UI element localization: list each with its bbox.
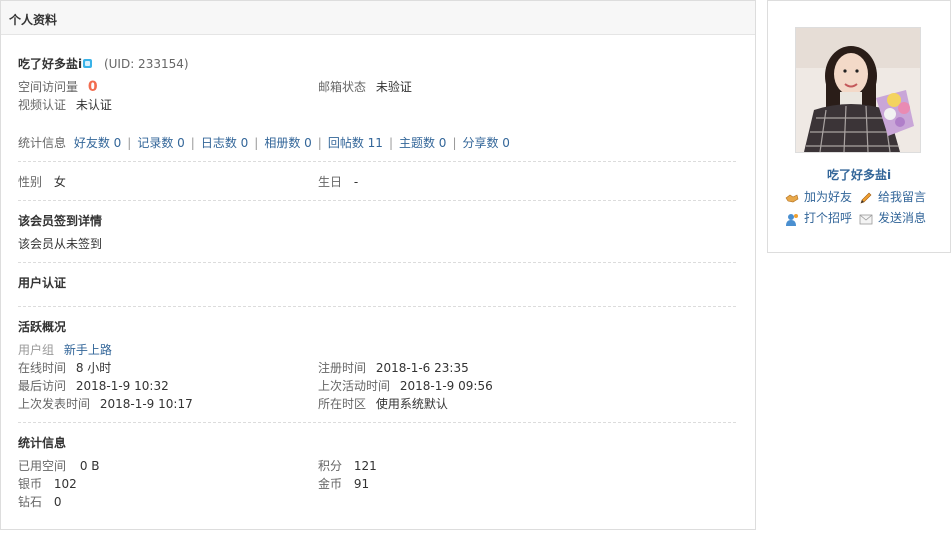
diamond-value: 0 [53, 495, 62, 509]
email-row: 邮箱状态 未验证 [318, 79, 412, 95]
gold-row: 金币 91 [318, 476, 369, 492]
separator: | [127, 136, 132, 150]
last-active-value: 2018-1-9 09:56 [399, 379, 493, 393]
add-friend-label: 加为好友 [804, 190, 853, 204]
birthday-label: 生日 [318, 175, 343, 189]
video-row: 视频认证 未认证 [18, 97, 112, 113]
sidebar-username-link[interactable]: 吃了好多盐i [768, 167, 950, 183]
space-row: 已用空间 0 B [18, 458, 100, 474]
stats-links-label: 统计信息 [18, 136, 67, 150]
points-row: 积分 121 [318, 458, 377, 474]
divider [18, 161, 736, 162]
silver-label: 银币 [18, 477, 43, 491]
silver-row: 银币 102 [18, 476, 77, 492]
activity-title: 活跃概况 [18, 320, 67, 334]
usergroup-label: 用户组 [18, 343, 55, 357]
divider [18, 306, 736, 307]
send-message-label: 发送消息 [878, 211, 927, 225]
leave-message-button[interactable]: 给我留言 [859, 189, 926, 205]
separator: | [254, 136, 259, 150]
profile-panel: 个人资料 吃了好多盐i (UID: 233154) 空间访问量 0 邮箱状态 未… [0, 0, 756, 530]
silver-value: 102 [53, 477, 77, 491]
online-time-value: 8 小时 [75, 361, 112, 375]
panel-title: 个人资料 [9, 13, 58, 27]
send-message-button[interactable]: 发送消息 [859, 210, 926, 226]
birthday-row: 生日 - [318, 174, 358, 190]
profile-uid: (UID: 233154) [103, 57, 189, 71]
records-count-link[interactable]: 记录数 0 [137, 136, 184, 150]
visits-row: 空间访问量 0 [18, 79, 98, 95]
gender-row: 性别 女 [18, 174, 66, 190]
birthday-value: - [353, 175, 359, 189]
timezone-value: 使用系统默认 [375, 397, 448, 411]
separator: | [317, 136, 322, 150]
divider [18, 422, 736, 423]
last-active-label: 上次活动时间 [318, 379, 391, 393]
visits-label: 空间访问量 [18, 80, 79, 94]
envelope-icon [859, 213, 873, 225]
greet-button[interactable]: 打个招呼 [785, 210, 852, 226]
register-time-row: 注册时间 2018-1-6 23:35 [318, 360, 469, 376]
threads-count-link[interactable]: 主题数 0 [399, 136, 446, 150]
gold-value: 91 [353, 477, 370, 491]
space-value: 0 B [79, 459, 100, 473]
last-post-value: 2018-1-9 10:17 [99, 397, 193, 411]
greet-user-icon [785, 213, 799, 226]
profile-name-row: 吃了好多盐i (UID: 233154) [18, 56, 189, 72]
last-post-label: 上次发表时间 [18, 397, 91, 411]
profile-username: 吃了好多盐i [18, 57, 83, 71]
register-time-value: 2018-1-6 23:35 [375, 361, 469, 375]
separator: | [190, 136, 195, 150]
divider [18, 200, 736, 201]
statistics-title: 统计信息 [18, 436, 67, 450]
avatar[interactable] [795, 27, 921, 153]
email-label: 邮箱状态 [318, 80, 367, 94]
diamond-row: 钻石 0 [18, 494, 61, 510]
online-time-label: 在线时间 [18, 361, 67, 375]
diamond-label: 钻石 [18, 495, 43, 509]
online-time-row: 在线时间 8 小时 [18, 360, 111, 376]
timezone-label: 所在时区 [318, 397, 367, 411]
usergroup-link[interactable]: 新手上路 [64, 343, 112, 357]
gender-label: 性别 [18, 175, 43, 189]
panel-header: 个人资料 [1, 0, 755, 35]
divider [18, 262, 736, 263]
gold-label: 金币 [318, 477, 343, 491]
separator: | [388, 136, 393, 150]
last-visit-value: 2018-1-9 10:32 [75, 379, 169, 393]
visits-value: 0 [87, 79, 98, 95]
add-friend-button[interactable]: 加为好友 [785, 189, 852, 205]
albums-count-link[interactable]: 相册数 0 [264, 136, 311, 150]
last-active-row: 上次活动时间 2018-1-9 09:56 [318, 378, 493, 394]
last-visit-label: 最后访问 [18, 379, 67, 393]
vip-badge-icon [83, 59, 93, 68]
stats-links-row: 统计信息 好友数 0 | 记录数 0 | 日志数 0 | 相册数 0 | 回帖数 11 | 主题数 … [18, 135, 510, 151]
profile-sidebar: 吃了好多盐i 加为好友 给我留言 打个招呼 发送消息 [767, 0, 951, 253]
points-value: 121 [353, 459, 377, 473]
friends-count-link[interactable]: 好友数 0 [74, 136, 121, 150]
pencil-icon [859, 192, 873, 204]
video-value: 未认证 [75, 98, 112, 112]
space-label: 已用空间 [18, 459, 67, 473]
email-value: 未验证 [375, 80, 412, 94]
points-label: 积分 [318, 459, 343, 473]
separator: | [452, 136, 457, 150]
replies-count-link[interactable]: 回帖数 11 [328, 136, 383, 150]
last-post-row: 上次发表时间 2018-1-9 10:17 [18, 396, 193, 412]
greet-label: 打个招呼 [804, 211, 853, 225]
checkin-title: 该会员签到详情 [18, 214, 103, 228]
handshake-icon [785, 192, 799, 204]
gender-value: 女 [53, 175, 66, 189]
leave-message-label: 给我留言 [878, 190, 927, 204]
register-time-label: 注册时间 [318, 361, 367, 375]
avatar-photo-icon [796, 28, 920, 152]
video-label: 视频认证 [18, 98, 67, 112]
verify-title: 用户认证 [18, 276, 67, 290]
shares-count-link[interactable]: 分享数 0 [462, 136, 509, 150]
usergroup-row: 用户组 新手上路 [18, 342, 112, 358]
timezone-row: 所在时区 使用系统默认 [318, 396, 448, 412]
checkin-text: 该会员从未签到 [18, 237, 103, 251]
last-visit-row: 最后访问 2018-1-9 10:32 [18, 378, 169, 394]
blogs-count-link[interactable]: 日志数 0 [201, 136, 248, 150]
